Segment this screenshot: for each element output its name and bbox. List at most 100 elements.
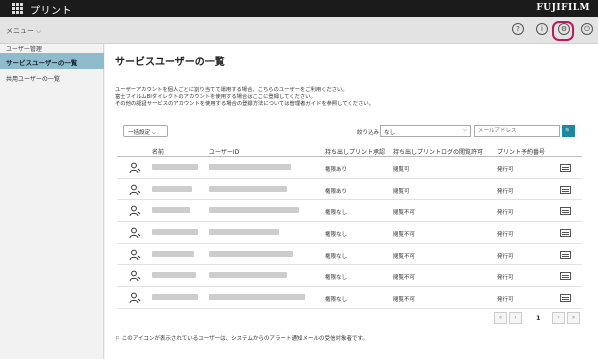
menu-dropdown[interactable]: メニュー ⌵ (6, 26, 41, 36)
table-header: 名前 ユーザーID 持ち出しプリント承認 持ち出しプリントログの閲覧許可 プリン… (117, 144, 582, 157)
approval-cell: 権限なし (325, 232, 348, 239)
reservation-cell: 発行可 (497, 167, 514, 173)
redacted-name (152, 229, 198, 236)
filter-label: 絞り込み (357, 130, 380, 136)
redacted-name (152, 207, 190, 214)
user-icon (129, 292, 141, 304)
redacted-user-id (209, 207, 299, 214)
description-line: ユーザーアカウントを個人ごとに割り当てて運用する場合、こちらのユーザーをご利用く… (115, 87, 348, 93)
reservation-cell: 発行可 (497, 275, 514, 282)
details-icon[interactable] (560, 250, 571, 259)
reservation-cell: 発行可 (497, 210, 514, 217)
reservation-cell: 発行可 (497, 297, 514, 304)
col-header-log: 持ち出しプリントログの閲覧許可 (393, 149, 484, 156)
page-title: サービスユーザーの一覧 (115, 57, 225, 68)
log-cell: 閲覧不可 (393, 253, 416, 260)
details-icon[interactable] (560, 294, 571, 303)
info-icon[interactable]: i (536, 23, 548, 35)
table-row[interactable]: 権限あり 閲覧可 発行可 (117, 179, 582, 201)
brand-logo: FUJIFILM (536, 3, 590, 13)
redacted-user-id (209, 272, 287, 279)
alert-flag-icon: ⚐ (115, 336, 120, 342)
search-icon: 🔍 (565, 128, 572, 134)
redacted-user-id (209, 164, 291, 170)
prev-page-button[interactable]: ‹ (509, 312, 522, 324)
log-cell: 閲覧不可 (393, 297, 416, 304)
redacted-user-id (209, 294, 305, 301)
power-icon[interactable]: ⏻ (581, 23, 593, 35)
details-icon[interactable] (560, 207, 571, 216)
redacted-user-id (209, 250, 293, 257)
app-grid-icon[interactable] (12, 3, 23, 14)
menu-label: メニュー (6, 27, 34, 35)
log-cell: 閲覧可 (393, 188, 410, 195)
gear-highlight-ring (552, 21, 574, 41)
sidebar: ユーザー管理 サービスユーザーの一覧 共用ユーザーの一覧 (0, 44, 104, 359)
reservation-cell: 発行可 (497, 232, 514, 239)
user-icon (129, 162, 141, 174)
col-header-user-id: ユーザーID (209, 149, 240, 156)
details-icon[interactable] (560, 229, 571, 238)
help-icon[interactable]: ? (512, 23, 524, 35)
last-page-button[interactable]: » (567, 312, 580, 324)
redacted-name (152, 294, 198, 301)
log-cell: 閲覧可 (393, 167, 410, 173)
page-description: ユーザーアカウントを個人ごとに割り当てて運用する場合、こちらのユーザーをご利用く… (115, 87, 585, 108)
details-icon[interactable] (560, 185, 571, 194)
footnote: ⚐ このアイコンが表示されているユーザーは、システムからのアラート通知メールの受… (115, 334, 368, 342)
sidebar-item-service-users[interactable]: サービスユーザーの一覧 (0, 53, 104, 69)
user-table: 名前 ユーザーID 持ち出しプリント承認 持ち出しプリントログの閲覧許可 プリン… (117, 144, 582, 309)
chevron-down-icon: ⌵ (462, 127, 467, 133)
footnote-text: このアイコンが表示されているユーザーは、システムからのアラート通知メールの受信対… (121, 336, 368, 342)
sidebar-section-user-management: ユーザー管理 (6, 46, 42, 53)
next-page-button[interactable]: › (552, 312, 565, 324)
approval-cell: 権限なし (325, 275, 348, 282)
reservation-cell: 発行可 (497, 253, 514, 260)
description-line: その他の認証サービスのアカウントを使用する場合の登録方法については管理者ガイドを… (115, 101, 374, 107)
top-bar: プリント FUJIFILM (0, 0, 598, 17)
menu-bar: メニュー ⌵ ? i ⚙ ⏻ (0, 17, 598, 44)
approval-cell: 権限なし (325, 297, 348, 304)
table-row[interactable]: 権限あり 閲覧可 発行可 (117, 157, 582, 179)
reservation-cell: 発行可 (497, 188, 514, 195)
redacted-user-id (209, 229, 279, 236)
filter-value: なし (384, 130, 396, 136)
col-header-reservation: プリント予約番号 (497, 149, 546, 156)
user-icon (129, 227, 141, 239)
user-icon (129, 184, 141, 195)
redacted-name (152, 250, 194, 257)
table-row[interactable]: 権限なし 閲覧不可 発行可 (117, 265, 582, 288)
table-row[interactable]: 権限なし 閲覧不可 発行可 (117, 200, 582, 223)
log-cell: 閲覧不可 (393, 232, 416, 239)
approval-cell: 権限なし (325, 210, 348, 217)
email-search-input[interactable] (474, 125, 560, 137)
approval-cell: 権限あり (325, 188, 348, 195)
current-page: 1 (536, 314, 541, 322)
filter-select[interactable]: なし ⌵ (380, 125, 471, 137)
details-icon[interactable] (560, 164, 571, 172)
table-row[interactable]: 権限なし 閲覧不可 発行可 (117, 244, 582, 266)
description-line: 富士フイルムBIダイレクトのアカウントを使用する場合はここに登録してください。 (115, 94, 316, 100)
sidebar-item-shared-users[interactable]: 共用ユーザーの一覧 (6, 74, 60, 83)
first-page-button[interactable]: « (494, 312, 507, 324)
bulk-settings-dropdown[interactable]: 一括設定 ⌵ (123, 125, 168, 137)
approval-cell: 権限なし (325, 253, 348, 260)
log-cell: 閲覧不可 (393, 210, 416, 217)
redacted-name (152, 164, 198, 170)
bulk-settings-label: 一括設定 (128, 130, 151, 136)
col-header-approval: 持ち出しプリント承認 (325, 149, 386, 156)
redacted-name (152, 272, 196, 279)
approval-cell: 権限あり (325, 167, 348, 173)
chevron-down-icon: ⌵ (151, 130, 156, 136)
chevron-down-icon: ⌵ (36, 27, 42, 35)
redacted-user-id (209, 185, 287, 192)
app-title: プリント (30, 6, 72, 17)
details-icon[interactable] (560, 272, 571, 281)
user-icon (129, 271, 141, 282)
log-cell: 閲覧不可 (393, 275, 416, 282)
user-icon (129, 249, 141, 260)
search-button[interactable]: 🔍 (562, 125, 575, 137)
table-row[interactable]: 権限なし 閲覧不可 発行可 (117, 287, 582, 309)
redacted-name (152, 185, 192, 192)
table-row[interactable]: 権限なし 閲覧不可 発行可 (117, 222, 582, 244)
